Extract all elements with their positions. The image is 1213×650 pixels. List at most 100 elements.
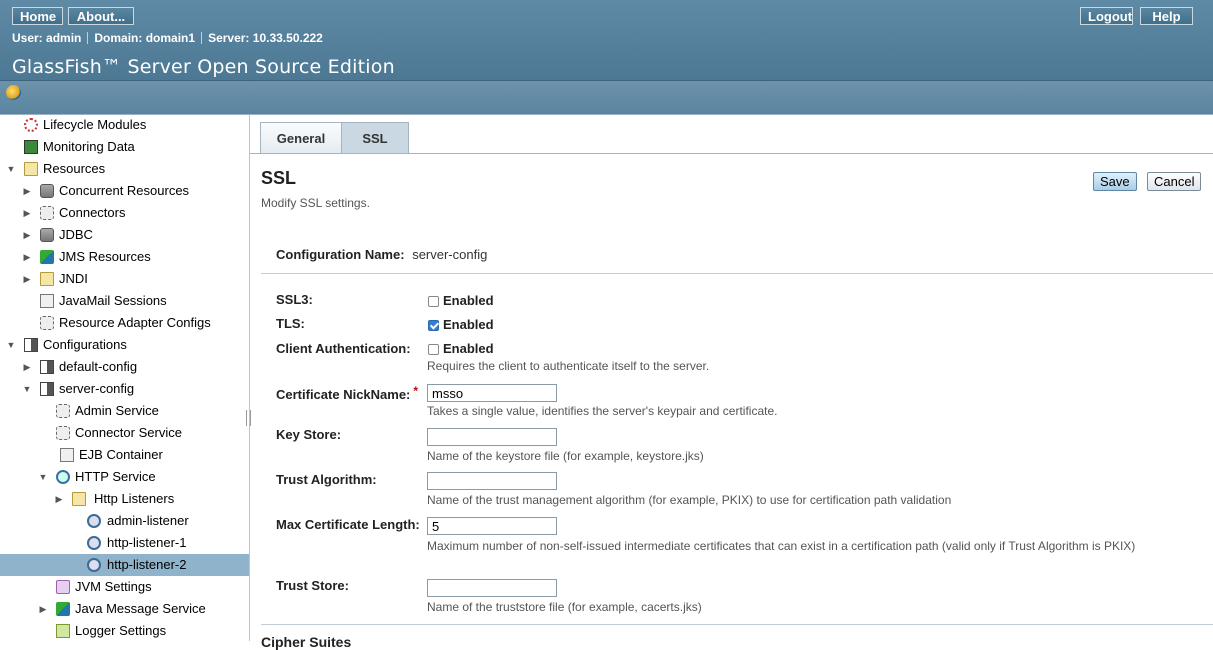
trust-store-help: Name of the truststore file (for example… <box>427 600 702 614</box>
tree-item-lifecycle-modules[interactable]: Lifecycle Modules <box>0 115 249 136</box>
collapsed-arrow-icon[interactable]: ▶ <box>22 356 32 378</box>
expanded-arrow-icon[interactable]: ▼ <box>6 158 16 180</box>
tree-item-jms-resources[interactable]: ▶ JMS Resources <box>0 246 249 268</box>
domain-label: Domain: <box>94 31 143 45</box>
ssl3-checkbox[interactable] <box>428 296 439 307</box>
tree-item-ejb-container[interactable]: EJB Container <box>0 444 249 466</box>
tree-item-admin-service[interactable]: Admin Service <box>0 400 249 422</box>
tab-general[interactable]: General <box>260 122 342 153</box>
tree-item-admin-listener[interactable]: admin-listener <box>0 510 249 532</box>
tree-item-resource-adapter-configs[interactable]: Resource Adapter Configs <box>0 312 249 334</box>
tls-checkbox[interactable] <box>428 320 439 331</box>
tree-item-label: Http Listeners <box>94 491 175 506</box>
trust-algorithm-input[interactable] <box>427 472 557 490</box>
tree-item-connector-service[interactable]: Connector Service <box>0 422 249 444</box>
max-cert-length-label: Max Certificate Length: <box>276 517 420 532</box>
config-icon <box>40 382 54 396</box>
expanded-arrow-icon[interactable]: ▼ <box>22 378 32 400</box>
collapsed-arrow-icon[interactable]: ▶ <box>22 224 32 246</box>
trust-algorithm-label: Trust Algorithm: <box>276 472 377 487</box>
configuration-name-value: server-config <box>412 247 488 262</box>
tree-item-logger-settings[interactable]: Logger Settings <box>0 620 249 641</box>
tree-item-jvm-settings[interactable]: JVM Settings <box>0 576 249 598</box>
tree-item-concurrent-resources[interactable]: ▶ Concurrent Resources <box>0 180 249 202</box>
domain-value: domain1 <box>145 31 196 45</box>
tree-item-label: Connector Service <box>75 425 182 440</box>
collapsed-arrow-icon[interactable]: ▶ <box>22 268 32 290</box>
tree-item-label: Lifecycle Modules <box>43 117 147 132</box>
page-title: SSL <box>261 168 297 188</box>
tree-item-monitoring-data[interactable]: Monitoring Data <box>0 136 249 158</box>
listener-icon <box>87 514 101 528</box>
logout-button[interactable]: Logout <box>1080 7 1133 25</box>
tree-item-label: Logger Settings <box>75 623 167 638</box>
cert-nickname-label: Certificate NickName: * <box>276 384 418 402</box>
tree-item-http-listener-2[interactable]: http-listener-2 <box>0 554 249 576</box>
tree-item-default-config[interactable]: ▶ default-config <box>0 356 249 378</box>
expanded-arrow-icon[interactable]: ▼ <box>6 334 16 356</box>
collapsed-arrow-icon[interactable]: ▶ <box>22 202 32 224</box>
tree-item-server-config[interactable]: ▼ server-config <box>0 378 249 400</box>
tree-item-http-service[interactable]: ▼ HTTP Service <box>0 466 249 488</box>
tab-ssl[interactable]: SSL <box>341 122 409 153</box>
tree-item-label: HTTP Service <box>75 469 156 484</box>
tree-item-jndi[interactable]: ▶ JNDI <box>0 268 249 290</box>
collapsed-arrow-icon[interactable]: ▶ <box>38 598 48 620</box>
tree-item-resources[interactable]: ▼ Resources <box>0 158 249 180</box>
collapsed-arrow-icon[interactable]: ▶ <box>22 180 32 202</box>
tree-item-label: default-config <box>59 359 138 374</box>
http-icon <box>56 470 70 484</box>
tree-item-http-listeners[interactable]: ▶ Http Listeners <box>0 488 249 510</box>
trust-store-input[interactable] <box>427 579 557 597</box>
lifecycle-icon <box>24 118 38 132</box>
key-store-input[interactable] <box>427 428 557 446</box>
logger-icon <box>56 624 70 638</box>
expanded-arrow-icon[interactable]: ▼ <box>38 466 48 488</box>
connector-icon <box>40 316 54 330</box>
tree-item-label: EJB Container <box>79 447 163 462</box>
tree-item-label: Monitoring Data <box>43 139 135 154</box>
tree-item-javamail-sessions[interactable]: JavaMail Sessions <box>0 290 249 312</box>
service-icon <box>56 426 70 440</box>
tree-item-label: server-config <box>59 381 135 396</box>
tls-label: TLS: <box>276 316 305 331</box>
listener-icon <box>87 558 101 572</box>
tree-item-http-listener-1[interactable]: http-listener-1 <box>0 532 249 554</box>
folder-icon <box>72 492 86 506</box>
config-icon <box>24 338 38 352</box>
max-cert-length-help: Maximum number of non-self-issued interm… <box>427 539 1136 553</box>
user-value: admin <box>46 31 82 45</box>
tree-item-label: Java Message Service <box>75 601 206 616</box>
divider <box>87 32 89 44</box>
tree-item-java-message-service[interactable]: ▶ Java Message Service <box>0 598 249 620</box>
about-button[interactable]: About... <box>68 7 134 25</box>
help-button[interactable]: Help <box>1140 7 1193 25</box>
client-auth-checkbox[interactable] <box>428 344 439 355</box>
configuration-name-row: Configuration Name: server-config <box>276 247 487 262</box>
tree-item-label: JVM Settings <box>75 579 152 594</box>
tree-item-label: admin-listener <box>107 513 189 528</box>
key-store-help: Name of the keystore file (for example, … <box>427 449 704 463</box>
server-label: Server: <box>208 31 250 45</box>
tree-item-label: Configurations <box>43 337 127 352</box>
tree-item-jdbc[interactable]: ▶ JDBC <box>0 224 249 246</box>
status-icon[interactable] <box>6 85 21 100</box>
expanded-arrow-icon[interactable]: ▶ <box>54 488 64 510</box>
product-name: GlassFish™ Server Open Source Edition <box>12 56 395 78</box>
save-button[interactable]: Save <box>1093 172 1137 191</box>
tree-item-label: JDBC <box>59 227 93 242</box>
cert-nickname-input[interactable] <box>427 384 557 402</box>
ssl3-label: SSL3: <box>276 292 313 307</box>
tree-item-configurations[interactable]: ▼ Configurations <box>0 334 249 356</box>
cert-nickname-help: Takes a single value, identifies the ser… <box>427 404 778 418</box>
home-button[interactable]: Home <box>12 7 63 25</box>
tab-bar: General SSL <box>250 115 1213 154</box>
tree-item-connectors[interactable]: ▶ Connectors <box>0 202 249 224</box>
cancel-button[interactable]: Cancel <box>1147 172 1202 191</box>
tree-item-label: Resources <box>43 161 106 176</box>
tree-item-label: http-listener-1 <box>107 535 187 550</box>
max-cert-length-input[interactable] <box>427 517 557 535</box>
collapsed-arrow-icon[interactable]: ▶ <box>22 246 32 268</box>
monitoring-icon <box>24 140 38 154</box>
key-store-label: Key Store: <box>276 427 342 442</box>
